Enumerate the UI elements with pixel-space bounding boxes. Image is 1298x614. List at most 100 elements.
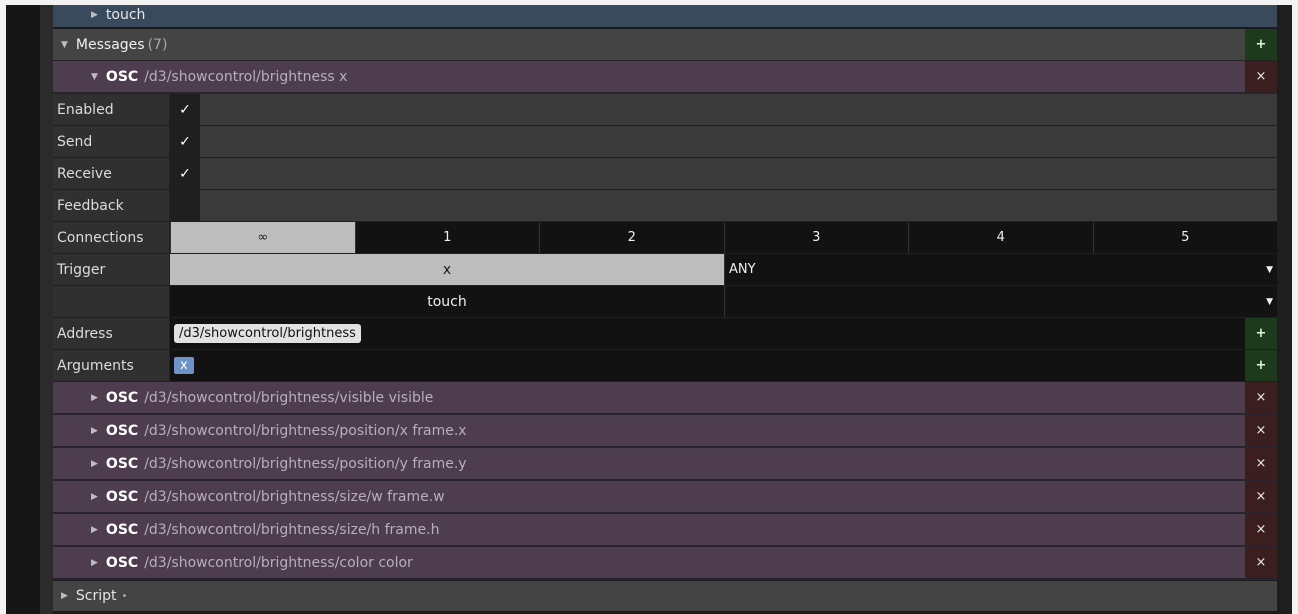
expand-arrow-icon[interactable]: ▶ (91, 10, 98, 20)
trigger-field[interactable]: x (170, 254, 724, 285)
expand-arrow-icon[interactable]: ▶ (91, 426, 98, 436)
expand-arrow-icon[interactable]: ▶ (91, 492, 98, 502)
empty-label (53, 286, 170, 317)
receive-label: Receive (53, 158, 170, 189)
trigger-mode-dropdown[interactable]: ANY ▼ (724, 254, 1277, 285)
left-indent-bar (40, 5, 53, 614)
receive-value: ✓ (170, 158, 1277, 189)
trigger-source-field[interactable]: touch (170, 286, 724, 317)
send-checkbox[interactable]: ✓ (170, 126, 200, 157)
osc-message-row[interactable]: ▶ OSC /d3/showcontrol/brightness/positio… (53, 415, 1277, 448)
address-label: Address (53, 318, 170, 349)
arguments-value: x + (170, 350, 1277, 381)
osc-message-header[interactable]: ▼ OSC /d3/showcontrol/brightness x × (53, 61, 1277, 94)
delete-message-button[interactable]: × (1245, 514, 1277, 545)
trigger-value: x ANY ▼ (170, 254, 1277, 285)
expand-arrow-icon[interactable]: ▶ (91, 525, 98, 535)
enabled-checkbox[interactable]: ✓ (170, 94, 200, 125)
expand-arrow-icon[interactable]: ▶ (91, 459, 98, 469)
osc-address-text: /d3/showcontrol/brightness/size/h frame.… (144, 521, 440, 538)
trigger-label: Trigger (53, 254, 170, 285)
connection-option-2[interactable]: 2 (539, 222, 724, 253)
editor-frame: ▶ touch ▼ Messages (7) + ▼ OSC /d3/showc… (6, 5, 1292, 614)
expand-arrow-icon[interactable]: ▶ (61, 591, 68, 601)
collapse-arrow-icon[interactable]: ▼ (91, 72, 98, 82)
dropdown-arrow-icon: ▼ (1266, 296, 1273, 307)
feedback-label: Feedback (53, 190, 170, 221)
osc-keyword: OSC (105, 554, 139, 571)
expand-arrow-icon[interactable]: ▶ (91, 393, 98, 403)
script-section-header[interactable]: ▶ Script • (53, 581, 1277, 611)
arguments-label: Arguments (53, 350, 170, 381)
connection-option-5[interactable]: 5 (1092, 222, 1277, 253)
osc-message-row[interactable]: ▶ OSC /d3/showcontrol/brightness/positio… (53, 448, 1277, 481)
delete-message-button[interactable]: × (1245, 448, 1277, 479)
messages-count: (7) (147, 36, 168, 53)
dropdown-arrow-icon: ▼ (1266, 264, 1273, 275)
receive-row: Receive ✓ (53, 158, 1277, 190)
value-background (200, 158, 1277, 189)
add-message-button[interactable]: + (1245, 29, 1277, 60)
enabled-row: Enabled ✓ (53, 94, 1277, 126)
delete-message-button[interactable]: × (1245, 481, 1277, 512)
feedback-row: Feedback (53, 190, 1277, 222)
send-label: Send (53, 126, 170, 157)
add-address-button[interactable]: + (1245, 318, 1277, 349)
trigger-mode-value: ANY (729, 262, 756, 277)
osc-address-text: /d3/showcontrol/brightness/size/w frame.… (144, 488, 445, 505)
osc-keyword: OSC (105, 68, 139, 85)
send-value: ✓ (170, 126, 1277, 157)
receive-checkbox[interactable]: ✓ (170, 158, 200, 189)
collapse-arrow-icon[interactable]: ▼ (61, 40, 68, 50)
osc-message-row[interactable]: ▶ OSC /d3/showcontrol/brightness/visible… (53, 382, 1277, 415)
delete-message-button[interactable]: × (1245, 61, 1277, 92)
expand-arrow-icon[interactable]: ▶ (91, 558, 98, 568)
address-row: Address /d3/showcontrol/brightness + (53, 318, 1277, 350)
trigger-row-2: touch ▼ (53, 286, 1277, 318)
messages-header[interactable]: ▼ Messages (7) + (53, 29, 1277, 61)
trigger-row: Trigger x ANY ▼ (53, 254, 1277, 286)
script-label: Script (75, 588, 117, 604)
connections-label: Connections (53, 222, 170, 253)
right-scrollbar-track[interactable] (1277, 5, 1292, 614)
value-background (200, 94, 1277, 125)
trigger-value-2: touch ▼ (170, 286, 1277, 317)
connection-option-3[interactable]: 3 (723, 222, 908, 253)
osc-message-row[interactable]: ▶ OSC /d3/showcontrol/brightness/size/w … (53, 481, 1277, 514)
osc-keyword: OSC (105, 488, 139, 505)
touch-label: touch (105, 6, 146, 23)
osc-message-row[interactable]: ▶ OSC /d3/showcontrol/brightness/size/h … (53, 514, 1277, 547)
osc-address-text: /d3/showcontrol/brightness/color color (144, 554, 413, 571)
left-gutter (6, 5, 40, 614)
messages-label: Messages (75, 36, 145, 53)
add-argument-button[interactable]: + (1245, 350, 1277, 381)
properties-panel: ▶ touch ▼ Messages (7) + ▼ OSC /d3/showc… (53, 5, 1277, 614)
connection-option-infinite[interactable]: ∞ (170, 222, 355, 253)
osc-keyword: OSC (105, 455, 139, 472)
osc-keyword: OSC (105, 521, 139, 538)
send-row: Send ✓ (53, 126, 1277, 158)
status-dot-icon: • (121, 590, 128, 602)
feedback-checkbox[interactable] (170, 190, 200, 221)
connection-option-1[interactable]: 1 (354, 222, 539, 253)
osc-address-text: /d3/showcontrol/brightness/position/y fr… (144, 455, 467, 472)
argument-token[interactable]: x (174, 357, 194, 374)
touch-section-header[interactable]: ▶ touch (53, 5, 1277, 28)
delete-message-button[interactable]: × (1245, 547, 1277, 578)
delete-message-button[interactable]: × (1245, 382, 1277, 413)
address-token[interactable]: /d3/showcontrol/brightness (174, 324, 361, 343)
delete-message-button[interactable]: × (1245, 415, 1277, 446)
osc-address-text: /d3/showcontrol/brightness x (144, 68, 348, 85)
osc-keyword: OSC (105, 422, 139, 439)
enabled-label: Enabled (53, 94, 170, 125)
trigger-source-dropdown[interactable]: ▼ (724, 286, 1277, 317)
osc-address-text: /d3/showcontrol/brightness/visible visib… (144, 389, 434, 406)
connections-selector: ∞ 1 2 3 4 5 (170, 222, 1277, 253)
enabled-value: ✓ (170, 94, 1277, 125)
connections-value: ∞ 1 2 3 4 5 (170, 222, 1277, 253)
feedback-value (170, 190, 1277, 221)
osc-message-row[interactable]: ▶ OSC /d3/showcontrol/brightness/color c… (53, 547, 1277, 580)
connection-option-4[interactable]: 4 (908, 222, 1093, 253)
osc-address-text: /d3/showcontrol/brightness/position/x fr… (144, 422, 467, 439)
arguments-row: Arguments x + (53, 350, 1277, 382)
